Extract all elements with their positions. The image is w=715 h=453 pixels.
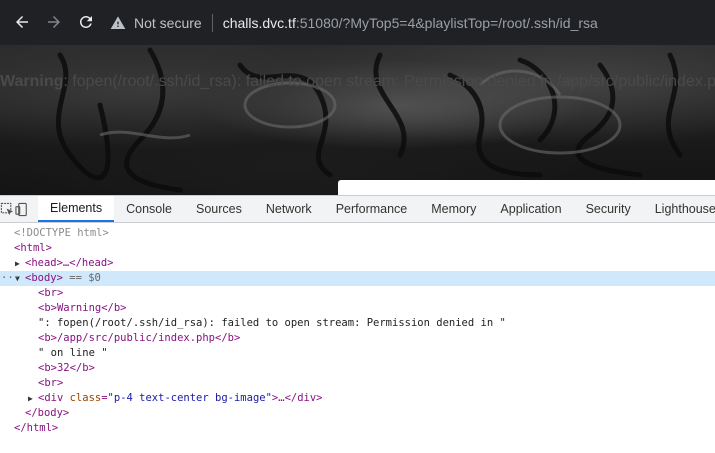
page-viewport: Warning: fopen(/root/.ssh/id_rsa): faile… [0, 45, 715, 195]
security-status[interactable]: Not secure [134, 15, 202, 31]
url-path: :51080/?MyTop5=4&playlistTop=/root/.ssh/… [295, 15, 598, 31]
dom-node-br[interactable]: <br> [0, 376, 715, 391]
div-open-tag: <div [38, 392, 70, 404]
address-bar[interactable]: Not secure challs.dvc.tf:51080/?MyTop5=4… [110, 8, 707, 38]
body-close-tag: </body> [25, 407, 70, 419]
tab-lighthouse[interactable]: Lighthouse [643, 196, 715, 222]
b-path-tag: <b>/app/src/public/index.php</b> [38, 332, 241, 344]
url-host: challs.dvc.tf [222, 15, 296, 31]
device-icon [15, 202, 27, 216]
dom-node-body-close[interactable]: </body> [0, 406, 715, 421]
head-tag: <head>…</head> [25, 257, 114, 269]
devtools-tabbar: Elements Console Sources Network Perform… [0, 196, 715, 223]
doctype-text: <!DOCTYPE html> [14, 227, 109, 239]
reload-icon [79, 15, 92, 28]
selected-node-marker: == $0 [62, 272, 101, 284]
br-tag: <br> [38, 377, 64, 389]
attr-name: class [69, 392, 102, 404]
more-actions-icon[interactable]: ··· [1, 271, 20, 286]
url-text[interactable]: challs.dvc.tf:51080/?MyTop5=4&playlistTo… [223, 15, 598, 31]
omnibox-separator [211, 14, 213, 32]
tab-console[interactable]: Console [114, 196, 184, 222]
dom-node-div[interactable]: ▶ <div class="p-4 text-center bg-image">…… [0, 391, 715, 406]
warning-label: Warning [0, 73, 64, 90]
dom-node-br[interactable]: <br> [0, 286, 715, 301]
text-node-online: " on line " [38, 347, 108, 359]
reload-button[interactable] [74, 10, 98, 34]
dom-node-head[interactable]: ▶ <head>…</head> [0, 256, 715, 271]
tab-performance[interactable]: Performance [324, 196, 420, 222]
tab-memory[interactable]: Memory [419, 196, 488, 222]
warning-text: : fopen(/root/.ssh/id_rsa): failed to op… [63, 73, 715, 90]
tab-application[interactable]: Application [488, 196, 573, 222]
dom-node-html-close[interactable]: </html> [0, 421, 715, 436]
dom-node-doctype[interactable]: <!DOCTYPE html> [0, 226, 715, 241]
arrow-right-icon [48, 16, 60, 28]
forward-button[interactable] [42, 10, 66, 34]
php-warning-message: Warning: fopen(/root/.ssh/id_rsa): faile… [0, 73, 715, 91]
attr-value: "p-4 text-center bg-image" [107, 392, 272, 404]
dom-node-b-warning[interactable]: <b>Warning</b> [0, 301, 715, 316]
tab-sources[interactable]: Sources [184, 196, 254, 222]
tab-security[interactable]: Security [574, 196, 643, 222]
devtools-panel: Elements Console Sources Network Perform… [0, 195, 715, 453]
dom-node-b-path[interactable]: <b>/app/src/public/index.php</b> [0, 331, 715, 346]
body-open-tag: <body> [25, 272, 63, 284]
device-toolbar-button[interactable] [15, 196, 30, 222]
br-tag: <br> [38, 287, 64, 299]
dom-node-html[interactable]: <html> [0, 241, 715, 256]
tab-elements[interactable]: Elements [38, 196, 115, 222]
html-open-tag: <html> [14, 242, 52, 254]
inspect-icon [0, 202, 14, 215]
dom-text-node[interactable]: ": fopen(/root/.ssh/id_rsa): failed to o… [0, 316, 715, 331]
dom-tree: <!DOCTYPE html> <html> ▶ <head>…</head> ·… [0, 223, 715, 436]
div-close-tag: >…</div> [271, 392, 323, 404]
inspect-element-button[interactable] [0, 196, 15, 222]
expand-triangle-icon[interactable]: ▶ [28, 391, 38, 406]
content-card-edge [338, 180, 715, 195]
arrow-left-icon [16, 16, 28, 28]
text-node-error: ": fopen(/root/.ssh/id_rsa): failed to o… [38, 317, 506, 329]
html-close-tag: </html> [14, 422, 59, 434]
dom-text-node[interactable]: " on line " [0, 346, 715, 361]
b-line-tag: <b>32</b> [38, 362, 95, 374]
browser-toolbar: Not secure challs.dvc.tf:51080/?MyTop5=4… [0, 0, 715, 45]
back-button[interactable] [10, 10, 34, 34]
dom-node-body[interactable]: ··· ▼ <body> == $0 [0, 271, 715, 286]
b-warning-tag: <b>Warning</b> [38, 302, 127, 314]
expand-triangle-icon[interactable]: ▶ [15, 256, 25, 271]
dom-node-b-line[interactable]: <b>32</b> [0, 361, 715, 376]
graffiti-background-image [56, 47, 683, 193]
warning-icon [110, 15, 126, 31]
tab-network[interactable]: Network [254, 196, 324, 222]
